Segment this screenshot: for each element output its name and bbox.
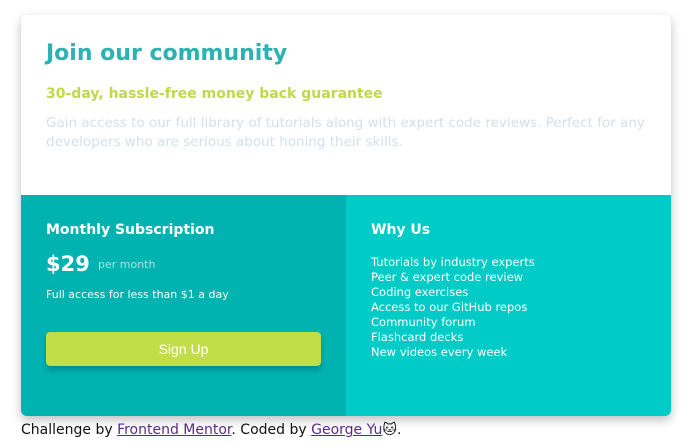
author-link[interactable]: George Yu (311, 422, 382, 438)
list-item: Community forum (371, 315, 476, 329)
attribution-prefix: Challenge by (21, 422, 118, 438)
intro-description: Gain access to our full library of tutor… (46, 115, 645, 150)
page-title: Join our community (46, 41, 288, 66)
list-item: Coding exercises (371, 285, 469, 299)
list-item: Peer & expert code review (371, 270, 524, 284)
why-us-panel: Why Us Tutorials by industry experts Pee… (346, 195, 671, 416)
attribution-middle: . Coded by (231, 422, 312, 438)
list-item: New videos every week (371, 345, 508, 359)
price: $29 (46, 252, 90, 276)
intro-section: Join our community 30-day, hassle-free m… (21, 15, 671, 195)
guarantee-subtitle: 30-day, hassle-free money back guarantee (46, 86, 383, 102)
subscription-heading: Monthly Subscription (46, 222, 215, 238)
cat-icon: 🐱 (382, 422, 398, 438)
attribution-suffix: . (397, 422, 402, 438)
price-note: Full access for less than $1 a day (46, 288, 229, 301)
frontend-mentor-link[interactable]: Frontend Mentor (117, 422, 231, 438)
list-item: Tutorials by industry experts (371, 255, 535, 269)
why-us-heading: Why Us (371, 222, 431, 238)
why-us-list: Tutorials by industry experts Peer & exp… (371, 255, 535, 360)
list-item: Flashcard decks (371, 330, 464, 344)
sign-up-button[interactable]: Sign Up (46, 332, 321, 366)
subscription-panel: Monthly Subscription $29 per month Full … (21, 195, 346, 416)
price-period: per month (98, 258, 156, 271)
attribution: Challenge by Frontend Mentor. Coded by G… (21, 422, 401, 438)
pricing-card: Join our community 30-day, hassle-free m… (21, 15, 671, 416)
list-item: Access to our GitHub repos (371, 300, 528, 314)
